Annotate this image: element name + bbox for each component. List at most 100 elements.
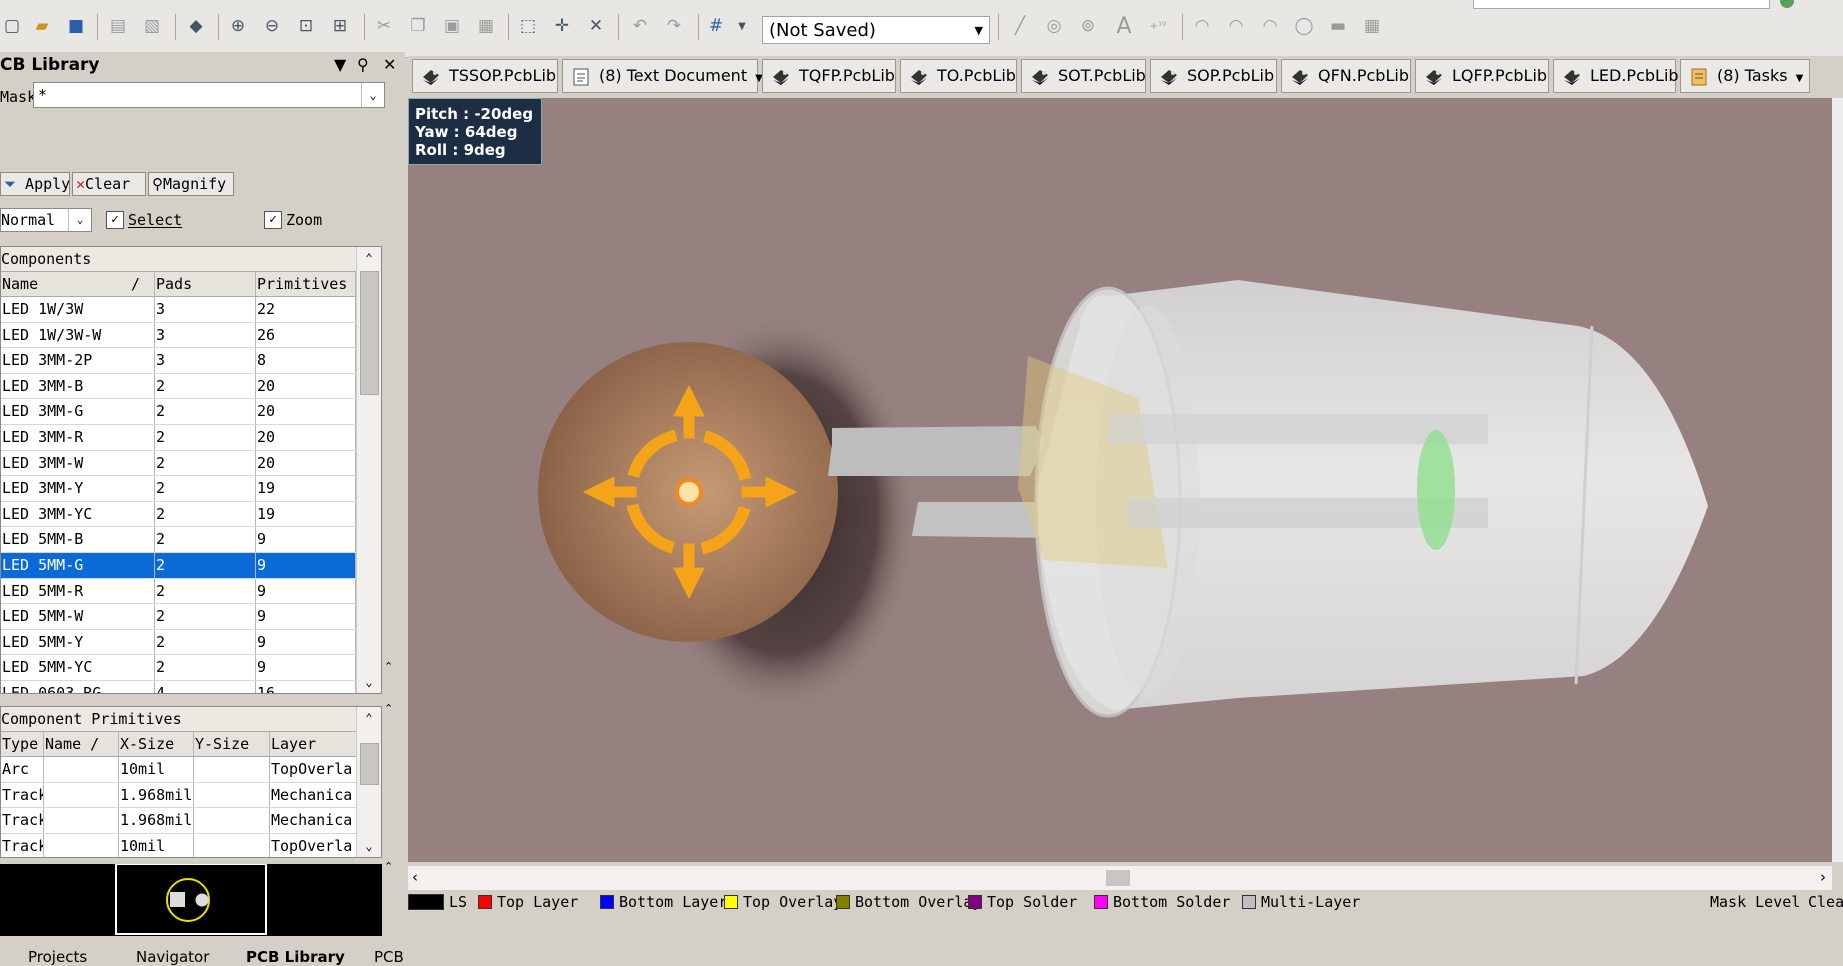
doc-tab-8-tasks[interactable]: (8) Tasks ▼ xyxy=(1680,59,1810,93)
component-row[interactable]: LED 1W/3W-W 3 26 xyxy=(1,322,381,349)
scroll-down-icon[interactable]: ⌄ xyxy=(357,671,381,693)
zoom-fit-icon[interactable]: ⊡ xyxy=(294,14,318,38)
layer-tab-top-layer[interactable]: Top Layer xyxy=(478,892,578,912)
doc-tab-qfn-pcblib[interactable]: QFN.PcbLib xyxy=(1281,59,1411,93)
3d-layers-icon[interactable]: ◆ xyxy=(184,14,208,38)
primitive-row[interactable]: Arc 10mil TopOverla xyxy=(1,757,381,783)
panel-collapse-icon[interactable]: ⌃ xyxy=(384,660,393,673)
scroll-thumb[interactable] xyxy=(1106,870,1130,886)
layer-tab-bottom-overlay[interactable]: Bottom Overlay xyxy=(836,892,981,912)
print-preview-icon[interactable]: ▧ xyxy=(140,14,164,38)
scroll-right-icon[interactable]: › xyxy=(1820,868,1826,886)
col-header-layer[interactable]: Layer xyxy=(270,732,358,756)
panel-collapse-icon[interactable]: ⌃ xyxy=(384,860,393,873)
text-icon[interactable]: A xyxy=(1112,14,1136,39)
cut-icon[interactable]: ✂ xyxy=(372,14,396,38)
primitives-scrollbar[interactable]: ⌃ ⌄ xyxy=(356,707,381,857)
mode-select[interactable]: Normal ⌄ xyxy=(0,208,92,232)
zoom-out-icon[interactable]: ⊖ xyxy=(260,14,284,38)
doc-tab-sop-pcblib[interactable]: SOP.PcbLib xyxy=(1150,59,1277,93)
layer-tab-multi-layer[interactable]: Multi-Layer xyxy=(1242,892,1360,912)
copy-icon[interactable]: ❐ xyxy=(406,14,430,38)
component-row[interactable]: LED 3MM-W 2 20 xyxy=(1,450,381,477)
chevron-down-icon[interactable]: ⌄ xyxy=(68,209,91,231)
panel-tab-projects[interactable]: Projects xyxy=(28,948,87,966)
doc-tab-tssop-pcblib[interactable]: TSSOP.PcbLib xyxy=(412,59,558,93)
fill-icon[interactable]: ▬ xyxy=(1326,14,1350,38)
print-icon[interactable]: ▤ xyxy=(106,14,130,38)
col-header-prim-name[interactable]: Name / xyxy=(44,732,119,756)
component-row[interactable]: LED 3MM-G 2 20 xyxy=(1,399,381,425)
panel-tab-navigator[interactable]: Navigator xyxy=(136,948,209,966)
cross-select-icon[interactable]: ✕ xyxy=(584,14,608,38)
panel-menu-icon[interactable]: ▼ xyxy=(334,52,346,78)
col-header-type[interactable]: Type xyxy=(1,732,44,756)
scroll-thumb[interactable] xyxy=(360,271,379,395)
layer-tab-top-solder[interactable]: Top Solder xyxy=(968,892,1077,912)
viewport-vertical-scrollbar[interactable] xyxy=(1832,98,1843,862)
line-icon[interactable]: ╱ xyxy=(1008,14,1032,38)
col-header-name[interactable]: Name / xyxy=(1,272,155,296)
scroll-up-icon[interactable]: ⌃ xyxy=(357,247,381,269)
col-header-pads[interactable]: Pads xyxy=(155,272,256,296)
doc-tab-tqfp-pcblib[interactable]: TQFP.PcbLib xyxy=(762,59,896,93)
select-area-icon[interactable]: ⬚ xyxy=(516,14,540,38)
magnify-button[interactable]: ⚲Magnify xyxy=(148,172,234,196)
select-checkbox[interactable]: ✓ Select xyxy=(106,211,182,229)
save-icon[interactable]: ■ xyxy=(64,14,88,38)
close-icon[interactable]: ✕ xyxy=(383,52,396,78)
scroll-up-icon[interactable]: ⌃ xyxy=(357,707,381,729)
component-row[interactable]: LED 3MM-R 2 20 xyxy=(1,424,381,451)
col-header-ysize[interactable]: Y-Size xyxy=(194,732,270,756)
component-row[interactable]: LED 5MM-R 2 9 xyxy=(1,578,381,605)
doc-tab-sot-pcblib[interactable]: SOT.PcbLib xyxy=(1021,59,1146,93)
grid-icon[interactable]: # xyxy=(704,14,728,38)
layer-tab-bottom-layer[interactable]: Bottom Layer xyxy=(600,892,727,912)
clear-button[interactable]: ✕Clear xyxy=(72,172,146,196)
component-row[interactable]: LED 5MM-W 2 9 xyxy=(1,604,381,630)
paste-icon[interactable]: ▣ xyxy=(440,14,464,38)
component-row[interactable]: LED 5MM-B 2 9 xyxy=(1,527,381,553)
component-row[interactable]: LED 0603-RG 4 16 xyxy=(1,680,381,693)
move-icon[interactable]: ✛ xyxy=(550,14,574,38)
viewport-horizontal-scrollbar[interactable]: ‹ › xyxy=(408,866,1832,890)
open-icon[interactable]: ▰ xyxy=(30,14,54,38)
rubber-stamp-icon[interactable]: ▦ xyxy=(474,14,498,38)
primitive-row[interactable]: Track 1.968mil Mechanica xyxy=(1,808,381,834)
via-icon[interactable]: ⊚ xyxy=(1076,14,1100,38)
component-row[interactable]: LED 1W/3W 3 22 xyxy=(1,297,381,323)
mask-level-button[interactable]: Mask Level xyxy=(1710,892,1800,912)
doc-tab-lqfp-pcblib[interactable]: LQFP.PcbLib xyxy=(1415,59,1549,93)
components-scrollbar[interactable]: ⌃ ⌄ xyxy=(356,247,381,693)
doc-tab-to-pcblib[interactable]: TO.PcbLib xyxy=(900,59,1017,93)
arc-edge-icon[interactable]: ◠ xyxy=(1224,14,1248,38)
scroll-left-icon[interactable]: ‹ xyxy=(412,868,418,886)
primitive-row[interactable]: Track 10mil TopOverla xyxy=(1,833,381,857)
mask-input[interactable]: * ⌄ xyxy=(33,82,385,108)
clear-mask-button[interactable]: Clea xyxy=(1808,892,1843,912)
coordinate-icon[interactable]: +¹⁰ xyxy=(1146,14,1170,38)
grid-dropdown-icon[interactable]: ▼ xyxy=(730,14,754,38)
doc-tab-led-pcblib[interactable]: LED.PcbLib xyxy=(1553,59,1679,93)
apply-button[interactable]: ⏷ Apply xyxy=(0,172,70,196)
panel-collapse-icon[interactable]: ⌃ xyxy=(384,702,393,715)
arc-center-icon[interactable]: ◠ xyxy=(1190,14,1214,38)
redo-icon[interactable]: ↷ xyxy=(662,14,686,38)
col-header-xsize[interactable]: X-Size xyxy=(119,732,194,756)
chevron-down-icon[interactable]: ⌄ xyxy=(361,83,384,107)
panel-tab-pcb[interactable]: PCB xyxy=(374,948,404,966)
new-icon[interactable]: ▢ xyxy=(0,14,24,38)
view-configuration-select[interactable]: (Not Saved) ▼ xyxy=(762,16,990,44)
circle-icon[interactable]: ◯ xyxy=(1292,14,1316,38)
component-row[interactable]: LED 5MM-G 2 9 xyxy=(1,552,381,579)
layer-tab-ls[interactable]: LS xyxy=(408,892,467,912)
scroll-down-icon[interactable]: ⌄ xyxy=(357,835,381,857)
pin-icon[interactable]: ⚲ xyxy=(357,52,369,78)
component-row[interactable]: LED 3MM-Y 2 19 xyxy=(1,476,381,502)
zoom-checkbox[interactable]: ✓ Zoom xyxy=(264,211,322,229)
component-row[interactable]: LED 5MM-Y 2 9 xyxy=(1,629,381,656)
undo-icon[interactable]: ↶ xyxy=(628,14,652,38)
array-icon[interactable]: ▦ xyxy=(1360,14,1384,38)
zoom-in-icon[interactable]: ⊕ xyxy=(226,14,250,38)
doc-tab-8-text-document[interactable]: (8) Text Document ▼ xyxy=(562,59,763,93)
